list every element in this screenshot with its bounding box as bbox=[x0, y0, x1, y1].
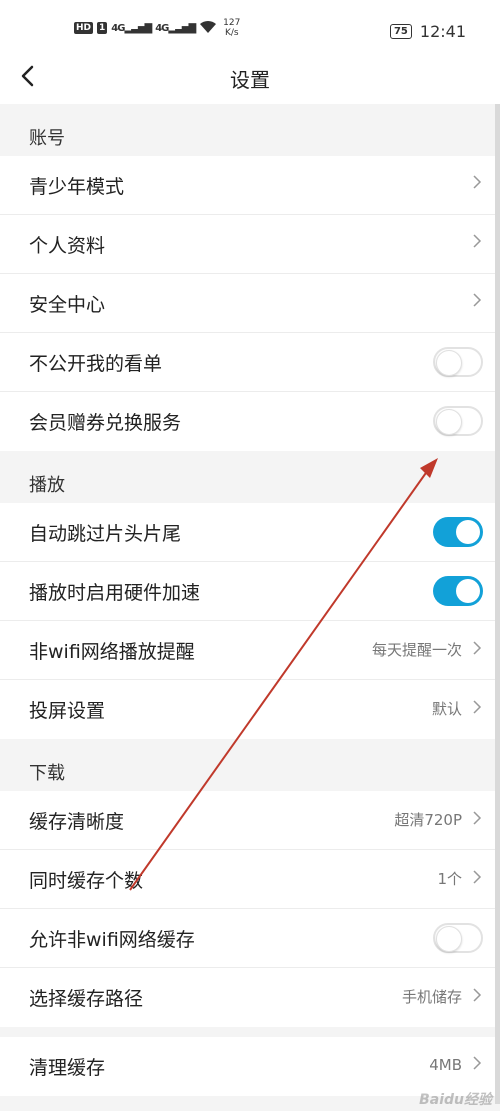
row-right: 超清720P bbox=[394, 809, 482, 830]
toggle-knob bbox=[436, 926, 462, 952]
row-label: 选择缓存路径 bbox=[29, 988, 144, 1010]
row-right: 1个 bbox=[437, 868, 482, 889]
row-value: 手机储存 bbox=[401, 988, 462, 1006]
row-right: 默认 bbox=[432, 698, 482, 719]
section-cache: 清理缓存 4MB bbox=[0, 1037, 500, 1096]
chevron-right-icon bbox=[472, 292, 482, 312]
row-label: 投屏设置 bbox=[29, 700, 106, 722]
battery-icon: 75 bbox=[389, 24, 412, 39]
settings-row-cache-0[interactable]: 清理缓存 4MB bbox=[0, 1037, 500, 1096]
section-gap bbox=[0, 1027, 500, 1037]
page-title: 设置 bbox=[230, 68, 270, 92]
row-label: 自动跳过片头片尾 bbox=[29, 523, 182, 545]
chevron-right-icon bbox=[472, 1055, 482, 1075]
toggle-knob bbox=[456, 520, 480, 544]
toggle-switch[interactable] bbox=[433, 406, 483, 436]
nav-bar: 设置 bbox=[0, 50, 500, 104]
settings-row-playback-3[interactable]: 投屏设置 默认 bbox=[0, 680, 500, 739]
settings-row-account-4[interactable]: 会员赠券兑换服务 bbox=[0, 392, 500, 451]
settings-row-download-0[interactable]: 缓存清晰度 超清720P bbox=[0, 791, 500, 850]
toggle-switch[interactable] bbox=[433, 576, 483, 606]
settings-row-account-3[interactable]: 不公开我的看单 bbox=[0, 333, 500, 392]
row-label: 清理缓存 bbox=[29, 1057, 106, 1079]
row-right bbox=[472, 292, 482, 312]
row-value: 每天提醒一次 bbox=[371, 641, 462, 659]
row-label: 允许非wifi网络缓存 bbox=[29, 929, 195, 951]
chevron-right-icon bbox=[472, 233, 482, 253]
settings-row-playback-2[interactable]: 非wifi网络播放提醒 每天提醒一次 bbox=[0, 621, 500, 680]
row-value: 默认 bbox=[431, 700, 462, 718]
section-header-download: 下载 bbox=[0, 739, 500, 791]
settings-row-account-1[interactable]: 个人资料 bbox=[0, 215, 500, 274]
toggle-knob bbox=[436, 350, 462, 376]
network-speed: 127 K/s bbox=[223, 18, 241, 38]
scrollbar[interactable] bbox=[495, 104, 500, 1104]
settings-row-account-0[interactable]: 青少年模式 bbox=[0, 156, 500, 215]
toggle-knob bbox=[436, 409, 462, 435]
chevron-right-icon bbox=[472, 987, 482, 1007]
section-header-account: 账号 bbox=[0, 104, 500, 156]
status-right: 75 12:41 bbox=[389, 22, 466, 41]
toggle-switch[interactable] bbox=[433, 517, 483, 547]
signal-4g-2: 4G▂▃▅▇ bbox=[155, 22, 196, 34]
row-right: 手机储存 bbox=[402, 986, 482, 1007]
section-playback: 自动跳过片头片尾 播放时启用硬件加速 非wifi网络播放提醒 每天提醒一次投屏设置 默认 bbox=[0, 503, 500, 739]
row-value: 超清720P bbox=[394, 811, 462, 829]
settings-row-playback-0[interactable]: 自动跳过片头片尾 bbox=[0, 503, 500, 562]
settings-row-account-2[interactable]: 安全中心 bbox=[0, 274, 500, 333]
row-value: 4MB bbox=[429, 1056, 462, 1074]
sim-badge: 1 bbox=[97, 22, 108, 34]
row-label: 青少年模式 bbox=[29, 176, 125, 198]
status-bar: HD 1 4G▂▃▅▇ 4G▂▃▅▇ 127 K/s 75 12:41 bbox=[0, 0, 500, 50]
toggle-switch[interactable] bbox=[433, 923, 483, 953]
row-label: 同时缓存个数 bbox=[29, 870, 144, 892]
settings-row-download-2[interactable]: 允许非wifi网络缓存 bbox=[0, 909, 500, 968]
settings-row-download-1[interactable]: 同时缓存个数 1个 bbox=[0, 850, 500, 909]
hd-badge: HD bbox=[74, 22, 94, 34]
row-label: 不公开我的看单 bbox=[29, 353, 163, 375]
chevron-right-icon bbox=[472, 640, 482, 660]
row-right bbox=[472, 233, 482, 253]
wifi-icon bbox=[199, 20, 217, 37]
chevron-right-icon bbox=[472, 174, 482, 194]
row-value: 1个 bbox=[437, 870, 462, 888]
row-label: 会员赠券兑换服务 bbox=[29, 412, 182, 434]
row-label: 非wifi网络播放提醒 bbox=[29, 641, 195, 663]
row-right: 每天提醒一次 bbox=[372, 639, 482, 660]
settings-row-playback-1[interactable]: 播放时启用硬件加速 bbox=[0, 562, 500, 621]
row-right: 4MB bbox=[429, 1055, 482, 1075]
row-label: 播放时启用硬件加速 bbox=[29, 582, 201, 604]
baidu-watermark: Baidu经验 bbox=[419, 1092, 492, 1108]
chevron-right-icon bbox=[472, 869, 482, 889]
settings-row-download-3[interactable]: 选择缓存路径 手机储存 bbox=[0, 968, 500, 1027]
section-download: 缓存清晰度 超清720P 同时缓存个数 1个允许非wifi网络缓存 选择缓存路径 手机储存 bbox=[0, 791, 500, 1027]
clock: 12:41 bbox=[419, 22, 466, 41]
row-label: 安全中心 bbox=[29, 294, 106, 316]
toggle-knob bbox=[456, 579, 480, 603]
settings-list: 账号 青少年模式 个人资料 安全中心 不公开我的看单 会员赠券兑换服务 播放 自动跳过片头片尾… bbox=[0, 104, 500, 1096]
signal-4g-1: 4G▂▃▅▇ bbox=[111, 22, 152, 34]
section-header-playback: 播放 bbox=[0, 451, 500, 503]
section-account: 青少年模式个人资料安全中心不公开我的看单 会员赠券兑换服务 bbox=[0, 156, 500, 451]
chevron-right-icon bbox=[472, 810, 482, 830]
row-label: 个人资料 bbox=[29, 235, 106, 257]
status-left: HD 1 4G▂▃▅▇ 4G▂▃▅▇ 127 K/s bbox=[74, 18, 240, 38]
toggle-switch[interactable] bbox=[433, 347, 483, 377]
row-right bbox=[472, 174, 482, 194]
chevron-right-icon bbox=[472, 699, 482, 719]
row-label: 缓存清晰度 bbox=[29, 811, 125, 833]
